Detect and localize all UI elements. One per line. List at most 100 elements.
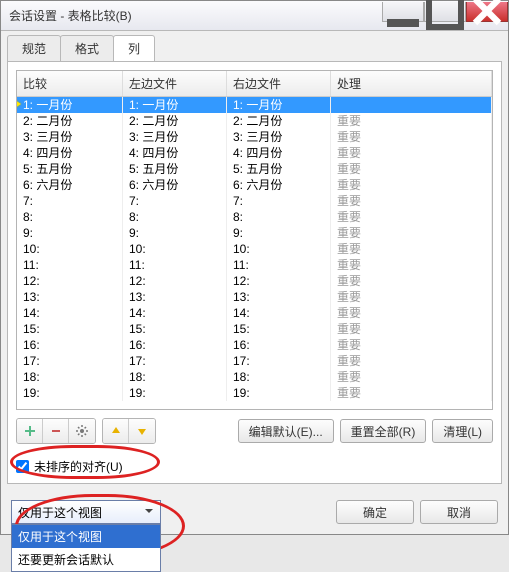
move-up-button[interactable]: [103, 419, 129, 443]
cell: 11:: [227, 257, 331, 273]
table-row[interactable]: 17:17:17:重要: [17, 353, 492, 369]
cell: 重要: [331, 289, 492, 305]
cell: 重要: [331, 273, 492, 289]
add-button[interactable]: [17, 419, 43, 443]
cell: 重要: [331, 369, 492, 385]
cell: 12:: [123, 273, 227, 289]
tab-2[interactable]: 列: [113, 35, 155, 61]
cell: 13:: [17, 289, 123, 305]
scope-dropdown[interactable]: 仅用于这个视图 仅用于这个视图还要更新会话默认: [11, 500, 161, 524]
cell: 16:: [227, 337, 331, 353]
table-row[interactable]: 3: 三月份3: 三月份3: 三月份重要: [17, 129, 492, 145]
close-button[interactable]: [466, 2, 508, 22]
cell: 11:: [123, 257, 227, 273]
table-row[interactable]: 11:11:11:重要: [17, 257, 492, 273]
maximize-button[interactable]: [424, 2, 466, 22]
clear-button[interactable]: 清理(L): [432, 419, 493, 443]
chevron-down-icon: [144, 505, 154, 519]
move-down-button[interactable]: [129, 419, 155, 443]
tab-page-columns: 比较 左边文件 右边文件 处理 1: 一月份1: 一月份1: 一月份2: 二月份…: [7, 61, 502, 484]
cell: 7:: [17, 193, 123, 209]
row-indicator-icon: [17, 100, 21, 108]
table-row[interactable]: 16:16:16:重要: [17, 337, 492, 353]
unsorted-align-label[interactable]: 未排序的对齐(U): [34, 458, 123, 475]
cell: 重要: [331, 193, 492, 209]
cell: 2: 二月份: [123, 113, 227, 129]
cell: 6: 六月份: [17, 177, 123, 193]
settings-button[interactable]: [69, 419, 95, 443]
cell: 14:: [17, 305, 123, 321]
tab-bar: 规范格式列: [1, 31, 508, 61]
cell: 9:: [17, 225, 123, 241]
cell: 18:: [123, 369, 227, 385]
cell: 15:: [123, 321, 227, 337]
cell: 1: 一月份: [123, 97, 227, 113]
scope-dropdown-menu[interactable]: 仅用于这个视图还要更新会话默认: [11, 524, 161, 572]
table-row[interactable]: 15:15:15:重要: [17, 321, 492, 337]
cell: 16:: [17, 337, 123, 353]
cell: 12:: [227, 273, 331, 289]
cell: 7:: [227, 193, 331, 209]
cell: 16:: [123, 337, 227, 353]
table-row[interactable]: 13:13:13:重要: [17, 289, 492, 305]
cell: 1: 一月份: [227, 97, 331, 113]
table-row[interactable]: 9:9:9:重要: [17, 225, 492, 241]
columns-grid: 比较 左边文件 右边文件 处理 1: 一月份1: 一月份1: 一月份2: 二月份…: [16, 70, 493, 410]
scope-dropdown-value: 仅用于这个视图: [18, 504, 102, 521]
table-row[interactable]: 1: 一月份1: 一月份1: 一月份: [17, 97, 492, 113]
table-row[interactable]: 7:7:7:重要: [17, 193, 492, 209]
header-compare[interactable]: 比较: [17, 71, 123, 96]
ok-button[interactable]: 确定: [336, 500, 414, 524]
cell: 9:: [227, 225, 331, 241]
table-row[interactable]: 4: 四月份4: 四月份4: 四月份重要: [17, 145, 492, 161]
scope-option-1[interactable]: 还要更新会话默认: [12, 548, 160, 571]
cell: 5: 五月份: [123, 161, 227, 177]
cell: 5: 五月份: [227, 161, 331, 177]
table-row[interactable]: 14:14:14:重要: [17, 305, 492, 321]
scope-option-0[interactable]: 仅用于这个视图: [12, 525, 160, 548]
table-row[interactable]: 5: 五月份5: 五月份5: 五月份重要: [17, 161, 492, 177]
cell: 重要: [331, 337, 492, 353]
grid-toolbar: 编辑默认(E)... 重置全部(R) 清理(L): [16, 418, 493, 444]
cell: 2: 二月份: [17, 113, 123, 129]
table-row[interactable]: 2: 二月份2: 二月份2: 二月份重要: [17, 113, 492, 129]
titlebar[interactable]: 会话设置 - 表格比较(B): [1, 1, 508, 31]
tab-0[interactable]: 规范: [7, 35, 61, 61]
cell: 10:: [17, 241, 123, 257]
header-right-file[interactable]: 右边文件: [227, 71, 331, 96]
cell: 14:: [123, 305, 227, 321]
cell: 3: 三月份: [123, 129, 227, 145]
cell: 15:: [227, 321, 331, 337]
table-row[interactable]: 19:19:19:重要: [17, 385, 492, 401]
edit-default-button[interactable]: 编辑默认(E)...: [238, 419, 334, 443]
grid-body[interactable]: 1: 一月份1: 一月份1: 一月份2: 二月份2: 二月份2: 二月份重要3:…: [17, 97, 492, 409]
grid-header: 比较 左边文件 右边文件 处理: [17, 71, 492, 97]
cell: 14:: [227, 305, 331, 321]
dialog-button-bar: 仅用于这个视图 仅用于这个视图还要更新会话默认 确定 取消: [1, 490, 508, 534]
cell: 10:: [227, 241, 331, 257]
cell: 7:: [123, 193, 227, 209]
table-row[interactable]: 10:10:10:重要: [17, 241, 492, 257]
cell: 重要: [331, 161, 492, 177]
tab-1[interactable]: 格式: [60, 35, 114, 61]
scope-dropdown-button[interactable]: 仅用于这个视图: [11, 500, 161, 524]
cancel-button[interactable]: 取消: [420, 500, 498, 524]
cell: 重要: [331, 145, 492, 161]
remove-button[interactable]: [43, 419, 69, 443]
unsorted-align-checkbox[interactable]: [16, 460, 29, 473]
minimize-button[interactable]: [382, 2, 424, 22]
cell: 重要: [331, 209, 492, 225]
reset-all-button[interactable]: 重置全部(R): [340, 419, 427, 443]
table-row[interactable]: 18:18:18:重要: [17, 369, 492, 385]
header-left-file[interactable]: 左边文件: [123, 71, 227, 96]
cell: 重要: [331, 257, 492, 273]
cell: 3: 三月份: [17, 129, 123, 145]
table-row[interactable]: 12:12:12:重要: [17, 273, 492, 289]
table-row[interactable]: 8:8:8:重要: [17, 209, 492, 225]
cell: 重要: [331, 353, 492, 369]
unsorted-align-checkbox-row: 未排序的对齐(U): [16, 458, 493, 475]
header-process[interactable]: 处理: [331, 71, 492, 96]
cell: 17:: [17, 353, 123, 369]
table-row[interactable]: 6: 六月份6: 六月份6: 六月份重要: [17, 177, 492, 193]
cell: 6: 六月份: [123, 177, 227, 193]
